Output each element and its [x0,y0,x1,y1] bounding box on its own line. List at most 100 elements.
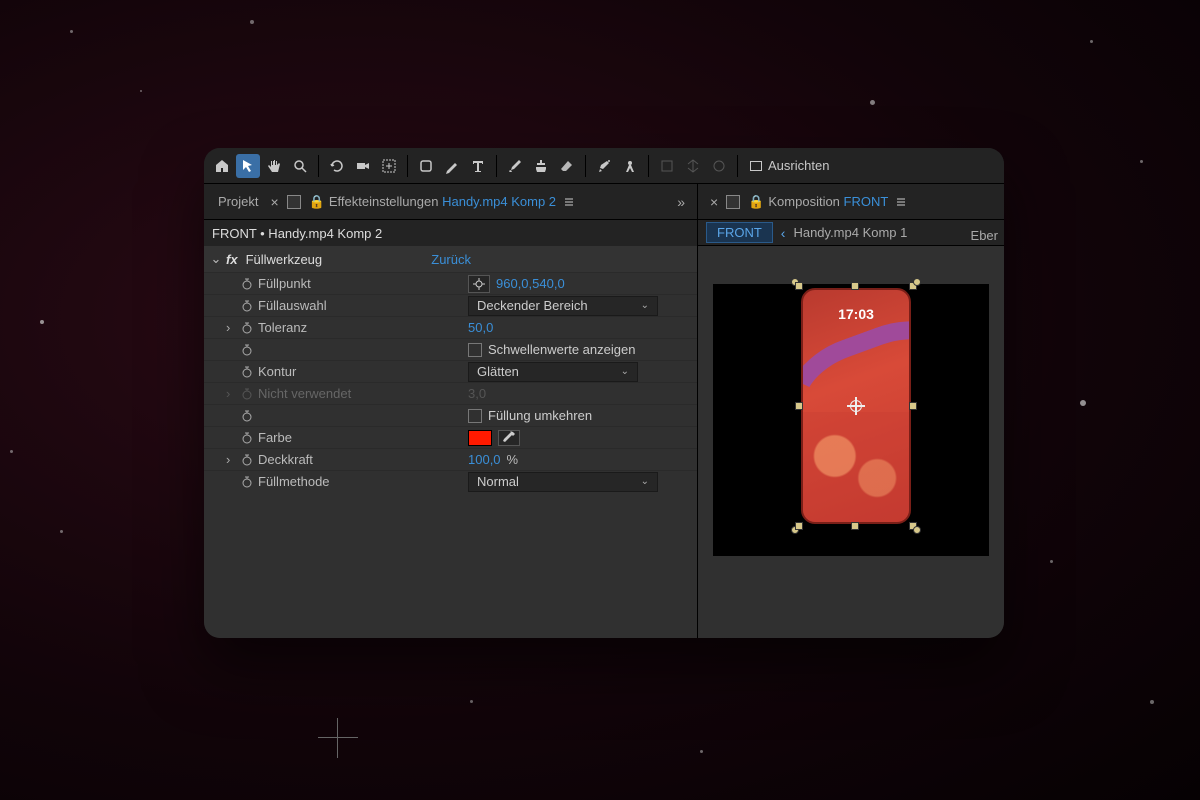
prop-umkehren: Füllung umkehren [204,404,697,426]
eyedropper-button[interactable] [498,430,520,446]
prop-nichtverwendet: › Nicht verwendet 3,0 [204,382,697,404]
snap-label: Ausrichten [768,158,829,173]
prop-toleranz: › Toleranz 50,0 [204,316,697,338]
prop-kontur: Kontur Glätten ⌄ [204,360,697,382]
transform-handle[interactable] [851,522,859,530]
effect-properties: Füllpunkt 960,0,540,0 Füllauswahl Decken… [204,272,697,492]
tab-komposition[interactable]: Komposition [768,194,840,209]
eraser-tool-icon[interactable] [555,154,579,178]
3d-tool-2-icon[interactable] [681,154,705,178]
prop-deckkraft: › Deckkraft 100,0% [204,448,697,470]
tab-projekt[interactable]: Projekt [210,194,266,209]
twirl-right-icon[interactable]: › [226,320,240,335]
fuellmethode-select[interactable]: Normal ⌄ [468,472,658,492]
3d-tool-1-icon[interactable] [655,154,679,178]
composition-viewer[interactable]: 17:03 [698,246,1004,638]
transform-handle[interactable] [913,278,921,286]
camera-tool-icon[interactable] [351,154,375,178]
transform-handle[interactable] [913,526,921,534]
app-window: Ausrichten Projekt × 🔒 Effekteinstellung… [204,148,1004,638]
puppet-pin-tool-icon[interactable] [618,154,642,178]
transform-handle[interactable] [909,402,917,410]
pan-behind-tool-icon[interactable] [377,154,401,178]
roto-brush-tool-icon[interactable] [592,154,616,178]
effect-controls-panel: Projekt × 🔒 Effekteinstellungen Handy.mp… [204,184,698,638]
fuellauswahl-select[interactable]: Deckender Bereich ⌄ [468,296,658,316]
fuellpunkt-value[interactable]: 960,0,540,0 [496,276,565,291]
composition-panel: × 🔒 Komposition FRONT Eber FRONT ‹ Handy… [698,184,1004,638]
flow-back-icon[interactable]: ‹ [781,225,786,241]
effect-header[interactable]: ⌄ fx Füllwerkzeug Zurück [204,246,697,272]
toleranz-value[interactable]: 50,0 [468,320,493,335]
tab-komp-target[interactable]: FRONT [844,194,889,209]
snap-toggle[interactable]: Ausrichten [744,158,835,173]
flow-other[interactable]: Handy.mp4 Komp 1 [793,225,907,240]
stopwatch-icon[interactable] [240,453,254,467]
selection-tool-icon[interactable] [236,154,260,178]
checkbox-icon [750,161,762,171]
3d-tool-3-icon[interactable] [707,154,731,178]
text-tool-icon[interactable] [466,154,490,178]
panel-icon [287,195,301,209]
chevron-down-icon: ⌄ [621,366,629,377]
hand-tool-icon[interactable] [262,154,286,178]
fx-badge-icon[interactable]: fx [226,252,238,267]
stopwatch-icon[interactable] [240,431,254,445]
lock-icon[interactable]: 🔒 [309,194,325,210]
panel-menu-icon[interactable] [562,195,576,209]
chevron-down-icon: ⌄ [641,476,649,487]
transform-handle[interactable] [851,282,859,290]
twirl-right-icon: › [226,386,240,401]
stopwatch-icon[interactable] [240,299,254,313]
main-toolbar: Ausrichten [204,148,1004,184]
tab-ebenen[interactable]: Eber [971,228,998,243]
lock-icon[interactable]: 🔒 [748,194,764,210]
panel-icon [726,195,740,209]
effect-breadcrumb: FRONT • Handy.mp4 Komp 2 [204,220,697,246]
comp-flow-bar: FRONT ‹ Handy.mp4 Komp 1 [698,220,1004,246]
stopwatch-icon[interactable] [240,277,254,291]
deckkraft-value[interactable]: 100,0 [468,452,501,467]
flow-current[interactable]: FRONT [706,222,773,243]
stopwatch-icon[interactable] [240,365,254,379]
chevron-down-icon: ⌄ [641,300,649,311]
twirl-down-icon[interactable]: ⌄ [210,251,222,267]
stopwatch-icon[interactable] [240,343,254,357]
left-tabstrip: Projekt × 🔒 Effekteinstellungen Handy.mp… [204,184,697,220]
umkehren-checkbox[interactable] [468,409,482,423]
phone-time: 17:03 [803,306,909,322]
comp-canvas[interactable]: 17:03 [713,284,989,556]
clone-stamp-tool-icon[interactable] [529,154,553,178]
effect-name: Füllwerkzeug [246,252,323,267]
shape-tool-icon[interactable] [414,154,438,178]
phone-layer[interactable]: 17:03 [801,288,911,524]
brush-tool-icon[interactable] [503,154,527,178]
close-icon[interactable]: × [266,194,282,210]
transform-handle[interactable] [795,402,803,410]
orbit-tool-icon[interactable] [325,154,349,178]
prop-fuellpunkt: Füllpunkt 960,0,540,0 [204,272,697,294]
point-picker-button[interactable] [468,275,490,293]
tab-effekt-target[interactable]: Handy.mp4 Komp 2 [442,194,556,209]
zoom-tool-icon[interactable] [288,154,312,178]
prop-farbe: Farbe [204,426,697,448]
transform-handle[interactable] [795,522,803,530]
color-swatch[interactable] [468,430,492,446]
stopwatch-icon [240,387,254,401]
tab-effekteinstellungen[interactable]: Effekteinstellungen [329,194,439,209]
background-crosshair [318,718,358,758]
pen-tool-icon[interactable] [440,154,464,178]
reset-button[interactable]: Zurück [431,252,691,267]
close-icon[interactable]: × [706,194,722,210]
home-icon[interactable] [210,154,234,178]
transform-handle[interactable] [795,282,803,290]
stopwatch-icon[interactable] [240,321,254,335]
overflow-icon[interactable]: » [671,194,691,210]
schwellen-checkbox[interactable] [468,343,482,357]
twirl-right-icon[interactable]: › [226,452,240,467]
stopwatch-icon[interactable] [240,475,254,489]
kontur-select[interactable]: Glätten ⌄ [468,362,638,382]
anchor-point-icon[interactable] [847,397,865,415]
panel-menu-icon[interactable] [894,195,908,209]
stopwatch-icon[interactable] [240,409,254,423]
